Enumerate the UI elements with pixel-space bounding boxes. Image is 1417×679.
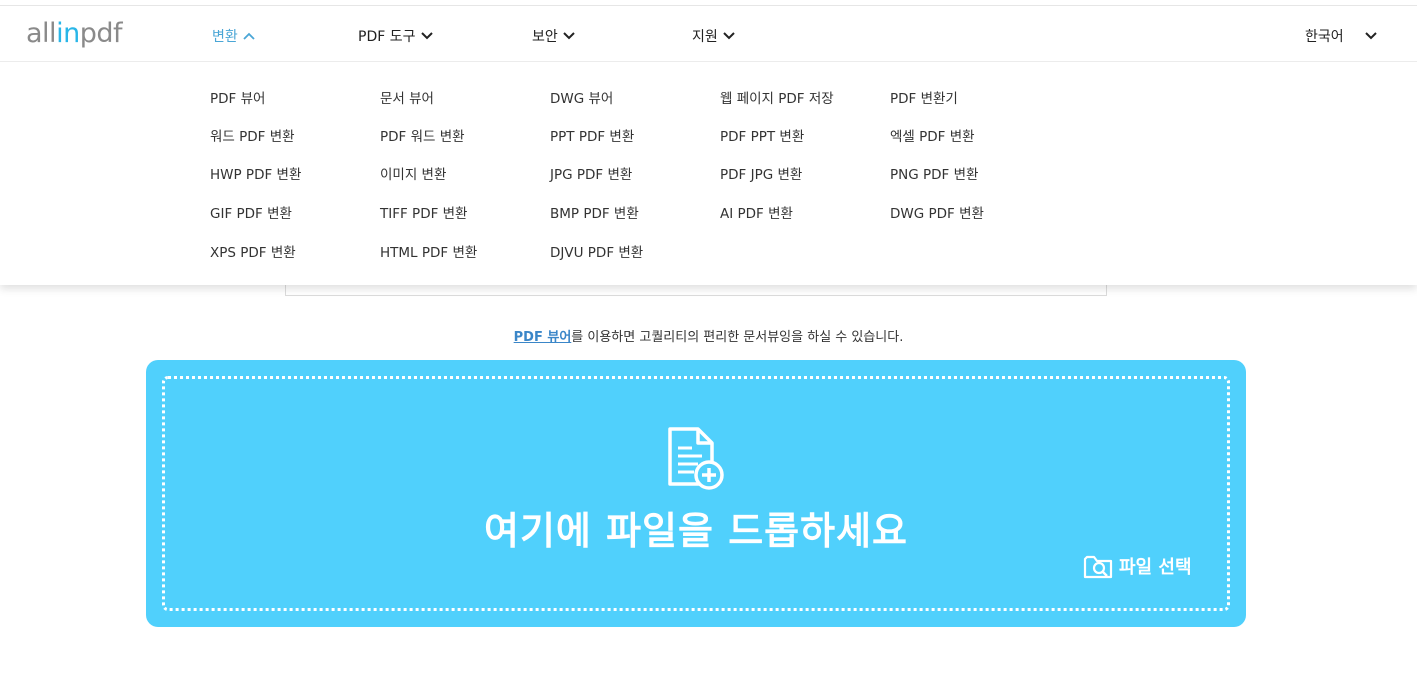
description-line: PDF 뷰어를 이용하면 고퀄리티의 편리한 문서뷰잉을 하실 수 있습니다. bbox=[0, 326, 1417, 345]
logo-text-in: in bbox=[56, 18, 80, 49]
menu-excel-to-pdf[interactable]: 엑셀 PDF 변환 bbox=[890, 125, 975, 145]
nav-support-label: 지원 bbox=[692, 29, 718, 45]
menu-ai-to-pdf[interactable]: AI PDF 변환 bbox=[720, 202, 793, 222]
menu-webpage-to-pdf[interactable]: 웹 페이지 PDF 저장 bbox=[720, 87, 834, 107]
file-drop-zone[interactable]: 여기에 파일을 드롭하세요 파일 선택 bbox=[146, 360, 1246, 627]
menu-pdf-to-ppt[interactable]: PDF PPT 변환 bbox=[720, 125, 804, 145]
menu-doc-viewer[interactable]: 문서 뷰어 bbox=[380, 87, 434, 107]
convert-dropdown-menu: PDF 뷰어 워드 PDF 변환 HWP PDF 변환 GIF PDF 변환 X… bbox=[0, 62, 1417, 285]
nav-convert[interactable]: 변환 bbox=[212, 26, 256, 46]
menu-pdf-viewer[interactable]: PDF 뷰어 bbox=[210, 87, 265, 107]
menu-pdf-to-word[interactable]: PDF 워드 변환 bbox=[380, 125, 465, 145]
nav-support[interactable]: 지원 bbox=[692, 26, 736, 46]
drop-files-title: 여기에 파일을 드롭하세요 bbox=[483, 509, 909, 553]
menu-hwp-to-pdf[interactable]: HWP PDF 변환 bbox=[210, 163, 301, 183]
menu-dwg-to-pdf[interactable]: DWG PDF 변환 bbox=[890, 202, 984, 222]
select-file-label: 파일 선택 bbox=[1119, 557, 1192, 578]
file-add-icon bbox=[668, 427, 724, 490]
menu-gif-to-pdf[interactable]: GIF PDF 변환 bbox=[210, 202, 292, 222]
site-header: all in pdf 변환 PDF 도구 보안 지원 한국어 bbox=[0, 6, 1417, 62]
logo-text-pdf: pdf bbox=[79, 18, 123, 49]
allinpdf-logo[interactable]: all in pdf bbox=[26, 18, 122, 52]
menu-tiff-to-pdf[interactable]: TIFF PDF 변환 bbox=[380, 202, 467, 222]
chevron-down-icon bbox=[420, 32, 433, 40]
menu-xps-to-pdf[interactable]: XPS PDF 변환 bbox=[210, 241, 296, 261]
menu-djvu-to-pdf[interactable]: DJVU PDF 변환 bbox=[550, 241, 643, 261]
nav-pdf-tools[interactable]: PDF 도구 bbox=[358, 26, 434, 46]
chevron-down-icon bbox=[563, 32, 575, 40]
language-label: 한국어 bbox=[1305, 29, 1344, 45]
menu-word-to-pdf[interactable]: 워드 PDF 변환 bbox=[210, 125, 295, 145]
logo-text-all: all bbox=[26, 18, 57, 49]
nav-pdf-tools-label: PDF 도구 bbox=[358, 29, 416, 45]
drop-zone-dashed-border bbox=[162, 376, 1230, 611]
nav-security-label: 보안 bbox=[532, 29, 558, 45]
menu-jpg-to-pdf[interactable]: JPG PDF 변환 bbox=[550, 163, 632, 183]
language-selector[interactable]: 한국어 bbox=[1305, 26, 1378, 46]
menu-pdf-converter[interactable]: PDF 변환기 bbox=[890, 87, 958, 107]
description-text: 를 이용하면 고퀄리티의 편리한 문서뷰잉을 하실 수 있습니다. bbox=[571, 330, 904, 345]
menu-pdf-to-jpg[interactable]: PDF JPG 변환 bbox=[720, 163, 802, 183]
chevron-up-icon bbox=[243, 32, 255, 40]
menu-image-convert[interactable]: 이미지 변환 bbox=[380, 163, 446, 183]
folder-search-icon bbox=[1083, 555, 1113, 579]
menu-png-to-pdf[interactable]: PNG PDF 변환 bbox=[890, 163, 978, 183]
chevron-down-icon bbox=[1364, 32, 1377, 40]
pdf-viewer-link[interactable]: PDF 뷰어 bbox=[514, 330, 572, 345]
menu-ppt-to-pdf[interactable]: PPT PDF 변환 bbox=[550, 125, 634, 145]
select-file-button[interactable]: 파일 선택 bbox=[1083, 553, 1192, 579]
chevron-down-icon bbox=[723, 32, 735, 40]
nav-convert-label: 변환 bbox=[212, 29, 238, 45]
menu-html-to-pdf[interactable]: HTML PDF 변환 bbox=[380, 241, 477, 261]
menu-bmp-to-pdf[interactable]: BMP PDF 변환 bbox=[550, 202, 639, 222]
menu-dwg-viewer[interactable]: DWG 뷰어 bbox=[550, 87, 613, 107]
nav-security[interactable]: 보안 bbox=[532, 26, 576, 46]
